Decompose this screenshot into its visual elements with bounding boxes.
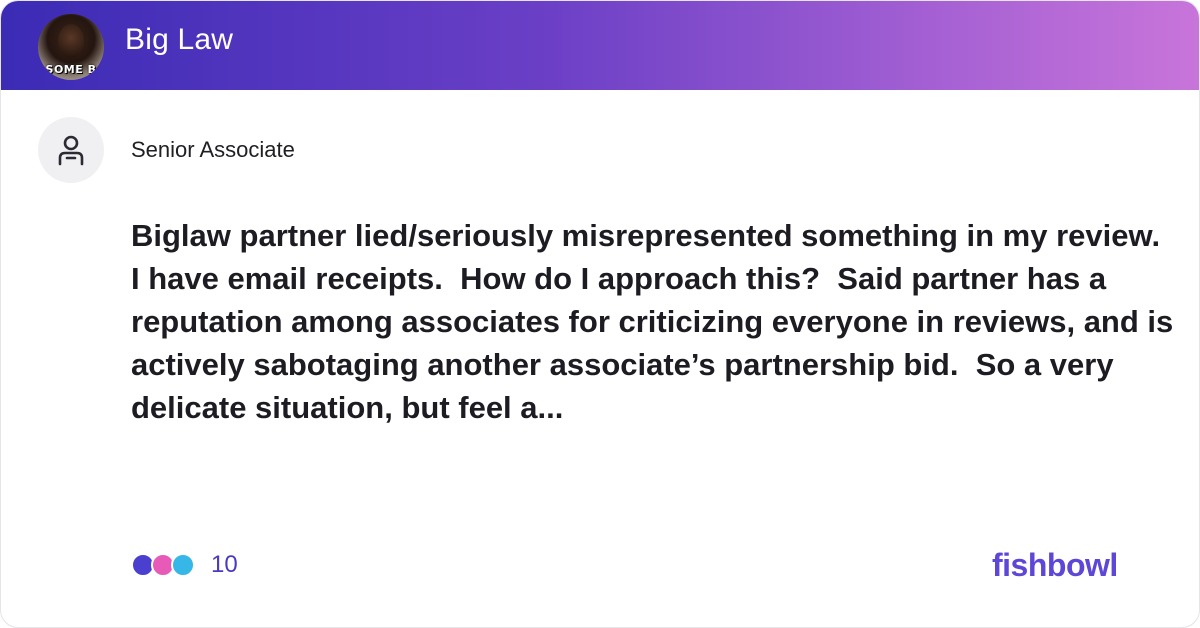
fishbowl-logo[interactable]: fishbowl (992, 547, 1118, 584)
user-icon (58, 135, 84, 166)
post-body[interactable]: Biglaw partner lied/seriously misreprese… (131, 214, 1181, 429)
bowl-avatar[interactable]: SOME B (38, 14, 104, 80)
avatar-face (58, 24, 84, 58)
user-avatar (38, 117, 104, 183)
bowl-header: SOME B Big Law (1, 1, 1199, 90)
author-title: Senior Associate (131, 137, 295, 162)
reaction-icons (131, 551, 199, 579)
avatar-caption: SOME B (45, 63, 97, 76)
reactions-summary[interactable]: 10 (131, 550, 238, 580)
heart-icon (171, 553, 195, 577)
reaction-count: 10 (211, 551, 238, 578)
post-card: SOME B Big Law Senior Associate Biglaw p… (0, 0, 1200, 628)
bowl-title[interactable]: Big Law (125, 23, 233, 57)
